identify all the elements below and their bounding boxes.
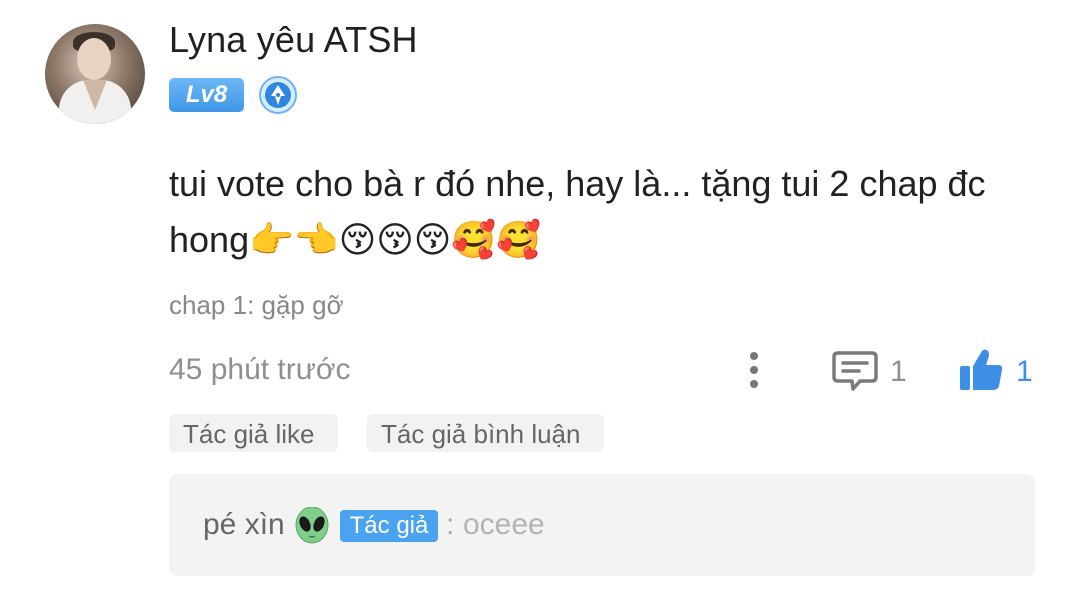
reply-author-name[interactable]: pé xìn: [203, 508, 285, 542]
reply-separator: :: [446, 508, 455, 541]
pen-nib-medal-icon: [259, 76, 297, 114]
alien-emoji-icon: [295, 507, 329, 544]
reply-text: oceee: [463, 508, 545, 541]
like-count: 1: [1016, 355, 1033, 388]
comment-time: 45 phút trước: [169, 353, 351, 386]
username[interactable]: Lyna yêu ATSH: [169, 19, 418, 61]
comment-count: 1: [890, 355, 907, 388]
level-badge: Lv8: [169, 78, 244, 112]
author-like-tag: Tác giả like: [169, 414, 338, 452]
user-avatar[interactable]: [45, 24, 145, 124]
author-reply-tag: Tác giả bình luận: [367, 414, 604, 452]
thumbs-up-icon[interactable]: [958, 348, 1004, 392]
avatar-suit-collar: [83, 80, 107, 110]
comment-text: tui vote cho bà r đó nhe, hay là... tặng…: [169, 163, 986, 260]
chapter-reference[interactable]: chap 1: gặp gỡ: [169, 290, 344, 321]
author-badge: Tác giả: [340, 510, 438, 542]
avatar-face: [77, 38, 111, 80]
more-options-icon[interactable]: [742, 348, 766, 392]
comment-icon[interactable]: [832, 350, 878, 392]
